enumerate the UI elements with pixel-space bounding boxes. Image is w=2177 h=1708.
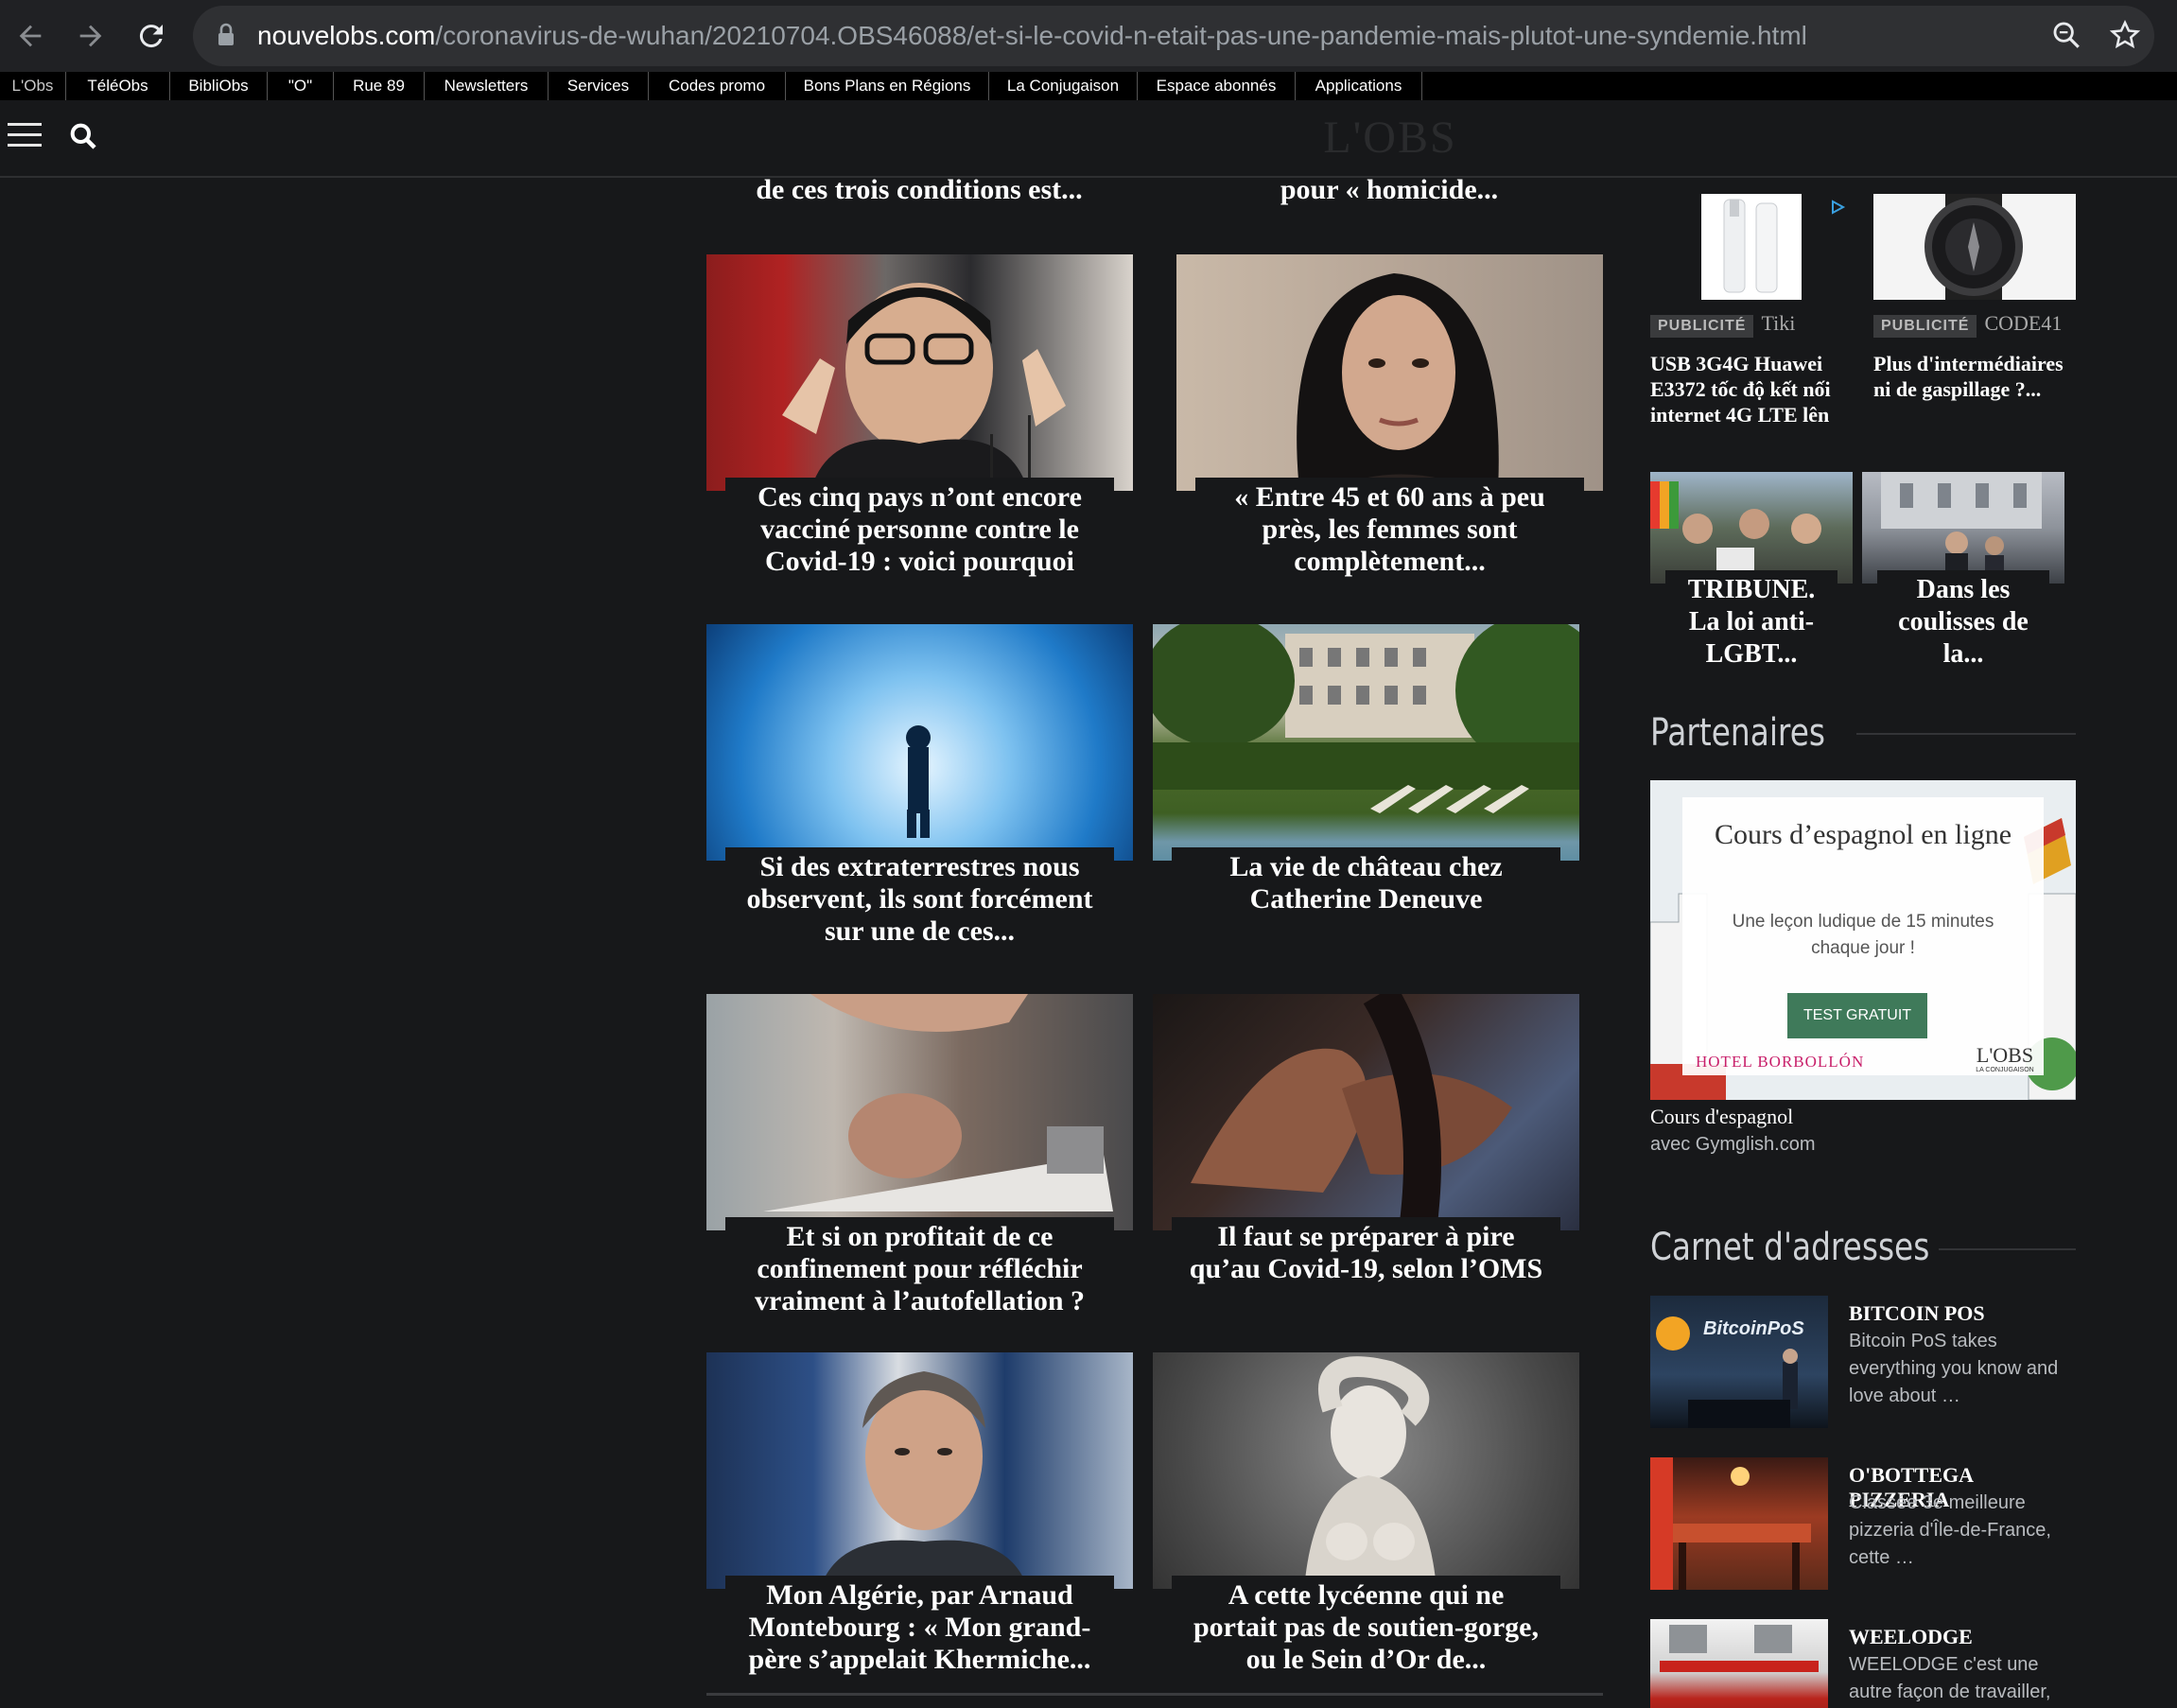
- article-title[interactable]: « Entre 45 et 60 ans à peu près, les fem…: [1195, 478, 1584, 589]
- promo-card[interactable]: Dans les coulisses de la...: [1862, 472, 2064, 680]
- article-title[interactable]: Mon Algérie, par Arnaud Montebourg : « M…: [725, 1576, 1114, 1687]
- promo-image[interactable]: [1862, 472, 2064, 584]
- ad-image[interactable]: [1873, 194, 2076, 300]
- arrow-left-icon: [19, 25, 42, 47]
- carnet-name[interactable]: BITCOIN POS: [1849, 1301, 1985, 1326]
- network-links-bar: L'Obs TéléObs BibliObs "O" Rue 89 Newsle…: [0, 72, 2177, 100]
- cut-off-title-right[interactable]: pour « homicide...: [1176, 174, 1602, 206]
- search-icon[interactable]: [68, 121, 98, 151]
- carnet-heading: Carnet d'adresses: [1650, 1226, 1930, 1269]
- banner-subtitle: Une leçon ludique de 15 minutes chaque j…: [1732, 912, 1994, 958]
- ad-brand: Tiki: [1761, 311, 1796, 335]
- ad-title[interactable]: Plus d'intermédiaires ni de gaspillage ?…: [1873, 351, 2077, 402]
- menu-icon[interactable]: [8, 121, 42, 149]
- article-title[interactable]: Et si on profitait de ce confinement pou…: [725, 1217, 1114, 1329]
- partenaires-heading: Partenaires: [1650, 711, 1825, 755]
- link-bons-plans[interactable]: Bons Plans en Régions: [786, 72, 989, 100]
- article-image[interactable]: [706, 624, 1133, 861]
- link-bibliobs[interactable]: BibliObs: [170, 72, 268, 100]
- promo-title[interactable]: TRIBUNE. La loi anti-LGBT...: [1665, 570, 1837, 680]
- promo-image[interactable]: [1650, 472, 1853, 584]
- reload-icon: [139, 25, 163, 48]
- article-image[interactable]: [1153, 624, 1579, 861]
- carnet-item[interactable]: WEELODGE WEELODGE c'est une autre façon …: [1650, 1619, 2076, 1708]
- section-rule: [1856, 733, 2076, 735]
- banner-logo: L'OBS: [1976, 1043, 2034, 1067]
- link-teleobs[interactable]: TéléObs: [66, 72, 170, 100]
- carnet-name[interactable]: WEELODGE: [1849, 1625, 1973, 1649]
- carnet-item[interactable]: O'BOTTEGA PIZZERIA Classée 3e meilleure …: [1650, 1457, 2076, 1590]
- article-title[interactable]: Il faut se préparer à pire qu’au Covid-1…: [1172, 1217, 1560, 1293]
- promo-card[interactable]: TRIBUNE. La loi anti-LGBT...: [1650, 472, 1853, 680]
- ad-brand: CODE41: [1984, 311, 2063, 335]
- link-conjugaison[interactable]: La Conjugaison: [989, 72, 1138, 100]
- address-bar[interactable]: nouvelobs.com/coronavirus-de-wuhan/20210…: [193, 6, 2154, 66]
- banner-logo-sub: LA CONJUGAISON: [1976, 1067, 2034, 1073]
- ad-badge: PUBLICITÉ: [1650, 315, 1754, 338]
- sponsored-ad[interactable]: PUBLICITÉ CODE41 Plus d'intermédiaires ni…: [1873, 194, 2077, 449]
- article-image[interactable]: [706, 994, 1133, 1230]
- partner-caption-sub[interactable]: avec Gymglish.com: [1650, 1134, 1816, 1156]
- carnet-thumb[interactable]: BitcoinPoS: [1650, 1296, 1828, 1428]
- link-applications[interactable]: Applications: [1296, 72, 1422, 100]
- cut-off-title-left[interactable]: de ces trois conditions est...: [706, 174, 1132, 206]
- banner-hotel-label: HOTEL BORBOLLÓN: [1696, 1053, 1865, 1071]
- lock-icon: [218, 23, 234, 45]
- link-espace-abonnes[interactable]: Espace abonnés: [1138, 72, 1296, 100]
- site-header: L'OBS: [0, 100, 2177, 178]
- link-lobs[interactable]: L'Obs: [0, 72, 66, 100]
- bookmark-star-icon[interactable]: [2109, 19, 2141, 51]
- ad-badge: PUBLICITÉ: [1873, 315, 1977, 338]
- link-o[interactable]: "O": [268, 72, 334, 100]
- site-logo[interactable]: L'OBS: [1267, 112, 1513, 164]
- article-image[interactable]: [706, 254, 1133, 491]
- zoom-icon[interactable]: [2050, 19, 2082, 51]
- article-title[interactable]: Ces cinq pays n’ont encore vacciné perso…: [725, 478, 1114, 589]
- browser-toolbar: nouvelobs.com/coronavirus-de-wuhan/20210…: [0, 0, 2177, 72]
- article-image[interactable]: [1176, 254, 1603, 491]
- article-title[interactable]: La vie de château chez Catherine Deneuve: [1172, 847, 1560, 923]
- article-title[interactable]: Si des extraterrestres nous observent, i…: [725, 847, 1114, 959]
- forward-button[interactable]: [68, 13, 113, 59]
- sponsored-ad[interactable]: PUBLICITÉ Tiki USB 3G4G Huawei E3372 tốc …: [1650, 194, 1849, 449]
- carnet-desc: Classée 3e meilleure pizzeria d'Île-de-F…: [1849, 1492, 2051, 1568]
- link-services[interactable]: Services: [549, 72, 649, 100]
- reload-button[interactable]: [129, 13, 174, 59]
- article-title[interactable]: A cette lycéenne qui ne portait pas de s…: [1172, 1576, 1560, 1687]
- grid-divider: [706, 1693, 1603, 1696]
- promo-title[interactable]: Dans les coulisses de la...: [1877, 570, 2049, 680]
- url-path: /coronavirus-de-wuhan/20210704.OBS46088/…: [435, 21, 1807, 50]
- link-codes-promo[interactable]: Codes promo: [649, 72, 786, 100]
- section-rule: [1939, 1248, 2076, 1250]
- carnet-item[interactable]: BitcoinPoS BITCOIN POS Bitcoin PoS takes…: [1650, 1296, 2076, 1428]
- carnet-desc: WEELODGE c'est une autre façon de travai…: [1849, 1654, 2051, 1702]
- article-image[interactable]: [1153, 1352, 1579, 1589]
- link-rue89[interactable]: Rue 89: [334, 72, 425, 100]
- link-newsletters[interactable]: Newsletters: [425, 72, 549, 100]
- ad-image[interactable]: [1701, 194, 1802, 300]
- carnet-thumb[interactable]: [1650, 1619, 1828, 1708]
- article-image[interactable]: [706, 1352, 1133, 1589]
- banner-panel: Cours d’espagnol en ligne Une leçon ludi…: [1682, 797, 2044, 1075]
- carnet-desc: Bitcoin PoS takes everything you know an…: [1849, 1331, 2059, 1406]
- ad-title[interactable]: USB 3G4G Huawei E3372 tốc độ kết nối int…: [1650, 351, 1854, 447]
- partner-caption[interactable]: Cours d'espagnol: [1650, 1105, 1793, 1129]
- url-text: nouvelobs.com/coronavirus-de-wuhan/20210…: [257, 19, 1807, 53]
- carnet-thumb[interactable]: [1650, 1457, 1828, 1590]
- banner-title: Cours d’espagnol en ligne: [1714, 819, 2012, 850]
- arrow-right-icon: [79, 25, 102, 47]
- article-image[interactable]: [1153, 994, 1579, 1230]
- url-domain: nouvelobs.com: [257, 21, 436, 50]
- banner-cta-button[interactable]: TEST GRATUIT: [1787, 993, 1927, 1038]
- back-button[interactable]: [8, 13, 53, 59]
- partner-banner[interactable]: Cours d’espagnol en ligne Une leçon ludi…: [1650, 780, 2076, 1100]
- adchoices-icon[interactable]: [1829, 199, 1846, 216]
